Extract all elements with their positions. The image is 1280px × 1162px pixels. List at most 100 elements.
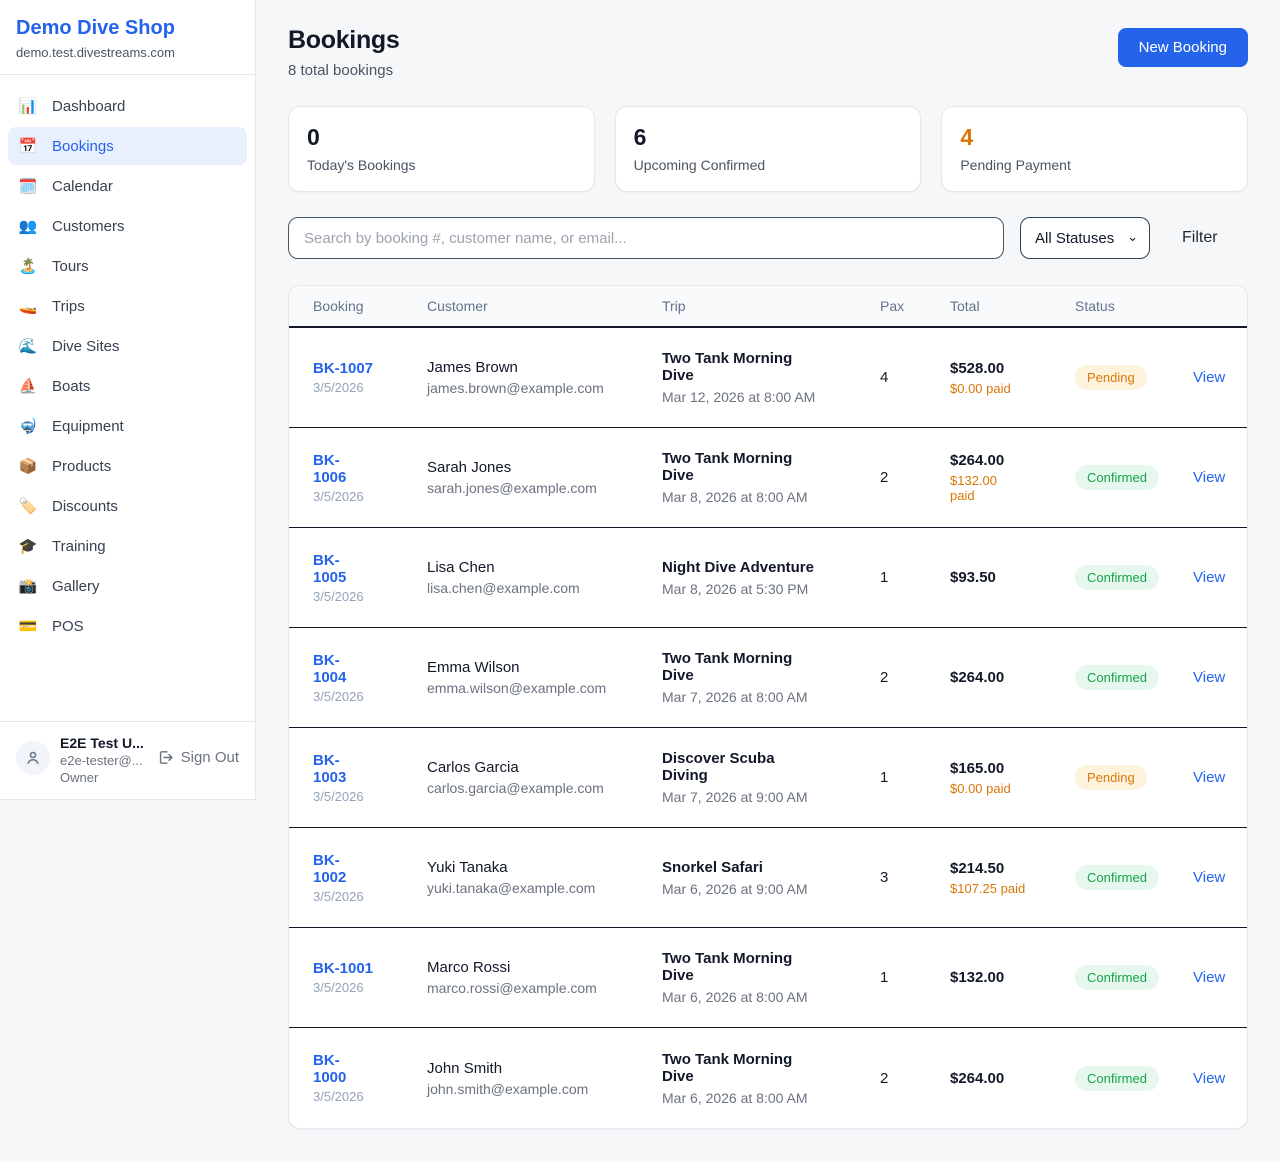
nav-icon: 👥 bbox=[18, 217, 38, 235]
trip-name: Two Tank Morning Dive bbox=[662, 1051, 804, 1085]
search-input[interactable] bbox=[288, 217, 1004, 259]
stats-row: 0 Today's Bookings 6 Upcoming Confirmed … bbox=[288, 106, 1248, 192]
view-link[interactable]: View bbox=[1193, 1070, 1225, 1087]
customer-cell: James Brown james.brown@example.com bbox=[427, 343, 662, 412]
sidebar-item-dashboard[interactable]: 📊 Dashboard bbox=[8, 87, 247, 125]
pax-count: 2 bbox=[880, 1054, 950, 1103]
trip-name: Two Tank Morning Dive bbox=[662, 950, 804, 984]
main-content: Bookings 8 total bookings New Booking 0 … bbox=[256, 0, 1280, 1153]
trip-datetime: Mar 6, 2026 at 9:00 AM bbox=[662, 881, 868, 897]
sidebar-item-boats[interactable]: ⛵ Boats bbox=[8, 367, 247, 405]
total-cell: $264.00 bbox=[950, 1054, 1075, 1103]
status-badge: Confirmed bbox=[1075, 965, 1159, 990]
status-filter-select[interactable]: All Statuses bbox=[1020, 217, 1150, 259]
table-row: BK-1004 3/5/2026 Emma Wilson emma.wilson… bbox=[289, 628, 1247, 728]
total-cell: $214.50 $107.25 paid bbox=[950, 844, 1075, 912]
view-link[interactable]: View bbox=[1193, 969, 1225, 986]
sign-out-button[interactable]: Sign Out bbox=[157, 749, 239, 766]
actions-cell: View bbox=[1193, 653, 1237, 702]
column-header-booking: Booking bbox=[313, 298, 427, 314]
booking-cell: BK-1002 3/5/2026 bbox=[313, 836, 427, 920]
actions-cell: View bbox=[1193, 553, 1237, 602]
booking-id-link[interactable]: BK-1001 bbox=[313, 960, 373, 977]
sidebar-item-trips[interactable]: 🚤 Trips bbox=[8, 287, 247, 325]
status-badge: Confirmed bbox=[1075, 465, 1159, 490]
customer-name: Carlos Garcia bbox=[427, 759, 650, 776]
trip-cell: Snorkel Safari Mar 6, 2026 at 9:00 AM bbox=[662, 843, 880, 913]
view-link[interactable]: View bbox=[1193, 569, 1225, 586]
sidebar-item-tours[interactable]: 🏝️ Tours bbox=[8, 247, 247, 285]
sidebar-item-dive-sites[interactable]: 🌊 Dive Sites bbox=[8, 327, 247, 365]
actions-cell: View bbox=[1193, 453, 1237, 502]
sidebar-item-equipment[interactable]: 🤿 Equipment bbox=[8, 407, 247, 445]
status-cell: Confirmed bbox=[1075, 849, 1193, 906]
sidebar-item-label: Tours bbox=[52, 258, 89, 275]
total-amount: $132.00 bbox=[950, 969, 1063, 986]
sidebar: Demo Dive Shop demo.test.divestreams.com… bbox=[0, 0, 256, 800]
booking-id-link[interactable]: BK-1003 bbox=[313, 752, 355, 786]
sign-out-label: Sign Out bbox=[181, 749, 239, 766]
view-link[interactable]: View bbox=[1193, 669, 1225, 686]
trip-cell: Night Dive Adventure Mar 8, 2026 at 5:30… bbox=[662, 543, 880, 613]
total-cell: $93.50 bbox=[950, 553, 1075, 602]
table-row: BK-1005 3/5/2026 Lisa Chen lisa.chen@exa… bbox=[289, 528, 1247, 628]
view-link[interactable]: View bbox=[1193, 469, 1225, 486]
sidebar-item-label: POS bbox=[52, 618, 84, 635]
nav-icon: 📦 bbox=[18, 457, 38, 475]
trip-name: Snorkel Safari bbox=[662, 859, 868, 876]
user-name: E2E Test U... bbox=[60, 735, 147, 751]
sidebar-item-pos[interactable]: 💳 POS bbox=[8, 607, 247, 645]
customer-email: yuki.tanaka@example.com bbox=[427, 880, 650, 896]
customer-name: Yuki Tanaka bbox=[427, 859, 650, 876]
booking-id-link[interactable]: BK-1007 bbox=[313, 360, 373, 377]
booking-cell: BK-1007 3/5/2026 bbox=[313, 344, 427, 411]
booking-id-link[interactable]: BK-1000 bbox=[313, 1052, 355, 1086]
table-row: BK-1000 3/5/2026 John Smith john.smith@e… bbox=[289, 1028, 1247, 1128]
customer-email: marco.rossi@example.com bbox=[427, 980, 650, 996]
pax-count: 1 bbox=[880, 553, 950, 602]
column-header-status: Status bbox=[1075, 298, 1193, 314]
booking-id-link[interactable]: BK-1005 bbox=[313, 552, 355, 586]
customer-name: Emma Wilson bbox=[427, 659, 650, 676]
sidebar-item-gallery[interactable]: 📸 Gallery bbox=[8, 567, 247, 605]
customer-cell: Lisa Chen lisa.chen@example.com bbox=[427, 543, 662, 612]
total-amount: $264.00 bbox=[950, 1070, 1063, 1087]
customer-name: James Brown bbox=[427, 359, 650, 376]
user-meta: E2E Test U... e2e-tester@... Owner bbox=[60, 735, 147, 785]
sidebar-item-training[interactable]: 🎓 Training bbox=[8, 527, 247, 565]
customer-cell: Carlos Garcia carlos.garcia@example.com bbox=[427, 743, 662, 812]
status-cell: Confirmed bbox=[1075, 449, 1193, 506]
sidebar-item-discounts[interactable]: 🏷️ Discounts bbox=[8, 487, 247, 525]
stat-label: Pending Payment bbox=[960, 157, 1229, 173]
table-row: BK-1007 3/5/2026 James Brown james.brown… bbox=[289, 328, 1247, 428]
bookings-count: 8 total bookings bbox=[288, 62, 400, 79]
sidebar-item-label: Boats bbox=[52, 378, 90, 395]
avatar bbox=[16, 741, 50, 775]
stat-label: Upcoming Confirmed bbox=[634, 157, 903, 173]
sidebar-item-products[interactable]: 📦 Products bbox=[8, 447, 247, 485]
sidebar-item-calendar[interactable]: 🗓️ Calendar bbox=[8, 167, 247, 205]
booking-id-link[interactable]: BK-1006 bbox=[313, 452, 355, 486]
customer-name: Sarah Jones bbox=[427, 459, 650, 476]
sidebar-item-bookings[interactable]: 📅 Bookings bbox=[8, 127, 247, 165]
customer-email: james.brown@example.com bbox=[427, 380, 650, 396]
stat-label: Today's Bookings bbox=[307, 157, 576, 173]
sidebar-item-label: Dashboard bbox=[52, 98, 125, 115]
booking-id-link[interactable]: BK-1002 bbox=[313, 852, 355, 886]
new-booking-button[interactable]: New Booking bbox=[1118, 28, 1248, 67]
customer-name: Marco Rossi bbox=[427, 959, 650, 976]
booking-cell: BK-1003 3/5/2026 bbox=[313, 736, 427, 820]
booking-cell: BK-1004 3/5/2026 bbox=[313, 636, 427, 720]
view-link[interactable]: View bbox=[1193, 869, 1225, 886]
pax-count: 2 bbox=[880, 653, 950, 702]
view-link[interactable]: View bbox=[1193, 369, 1225, 386]
booking-date: 3/5/2026 bbox=[313, 489, 415, 504]
filter-button[interactable]: Filter bbox=[1182, 229, 1218, 247]
booking-id-link[interactable]: BK-1004 bbox=[313, 652, 355, 686]
sidebar-item-customers[interactable]: 👥 Customers bbox=[8, 207, 247, 245]
view-link[interactable]: View bbox=[1193, 769, 1225, 786]
pax-count: 4 bbox=[880, 353, 950, 402]
user-icon bbox=[24, 749, 42, 767]
booking-date: 3/5/2026 bbox=[313, 1089, 415, 1104]
nav-icon: 📸 bbox=[18, 577, 38, 595]
